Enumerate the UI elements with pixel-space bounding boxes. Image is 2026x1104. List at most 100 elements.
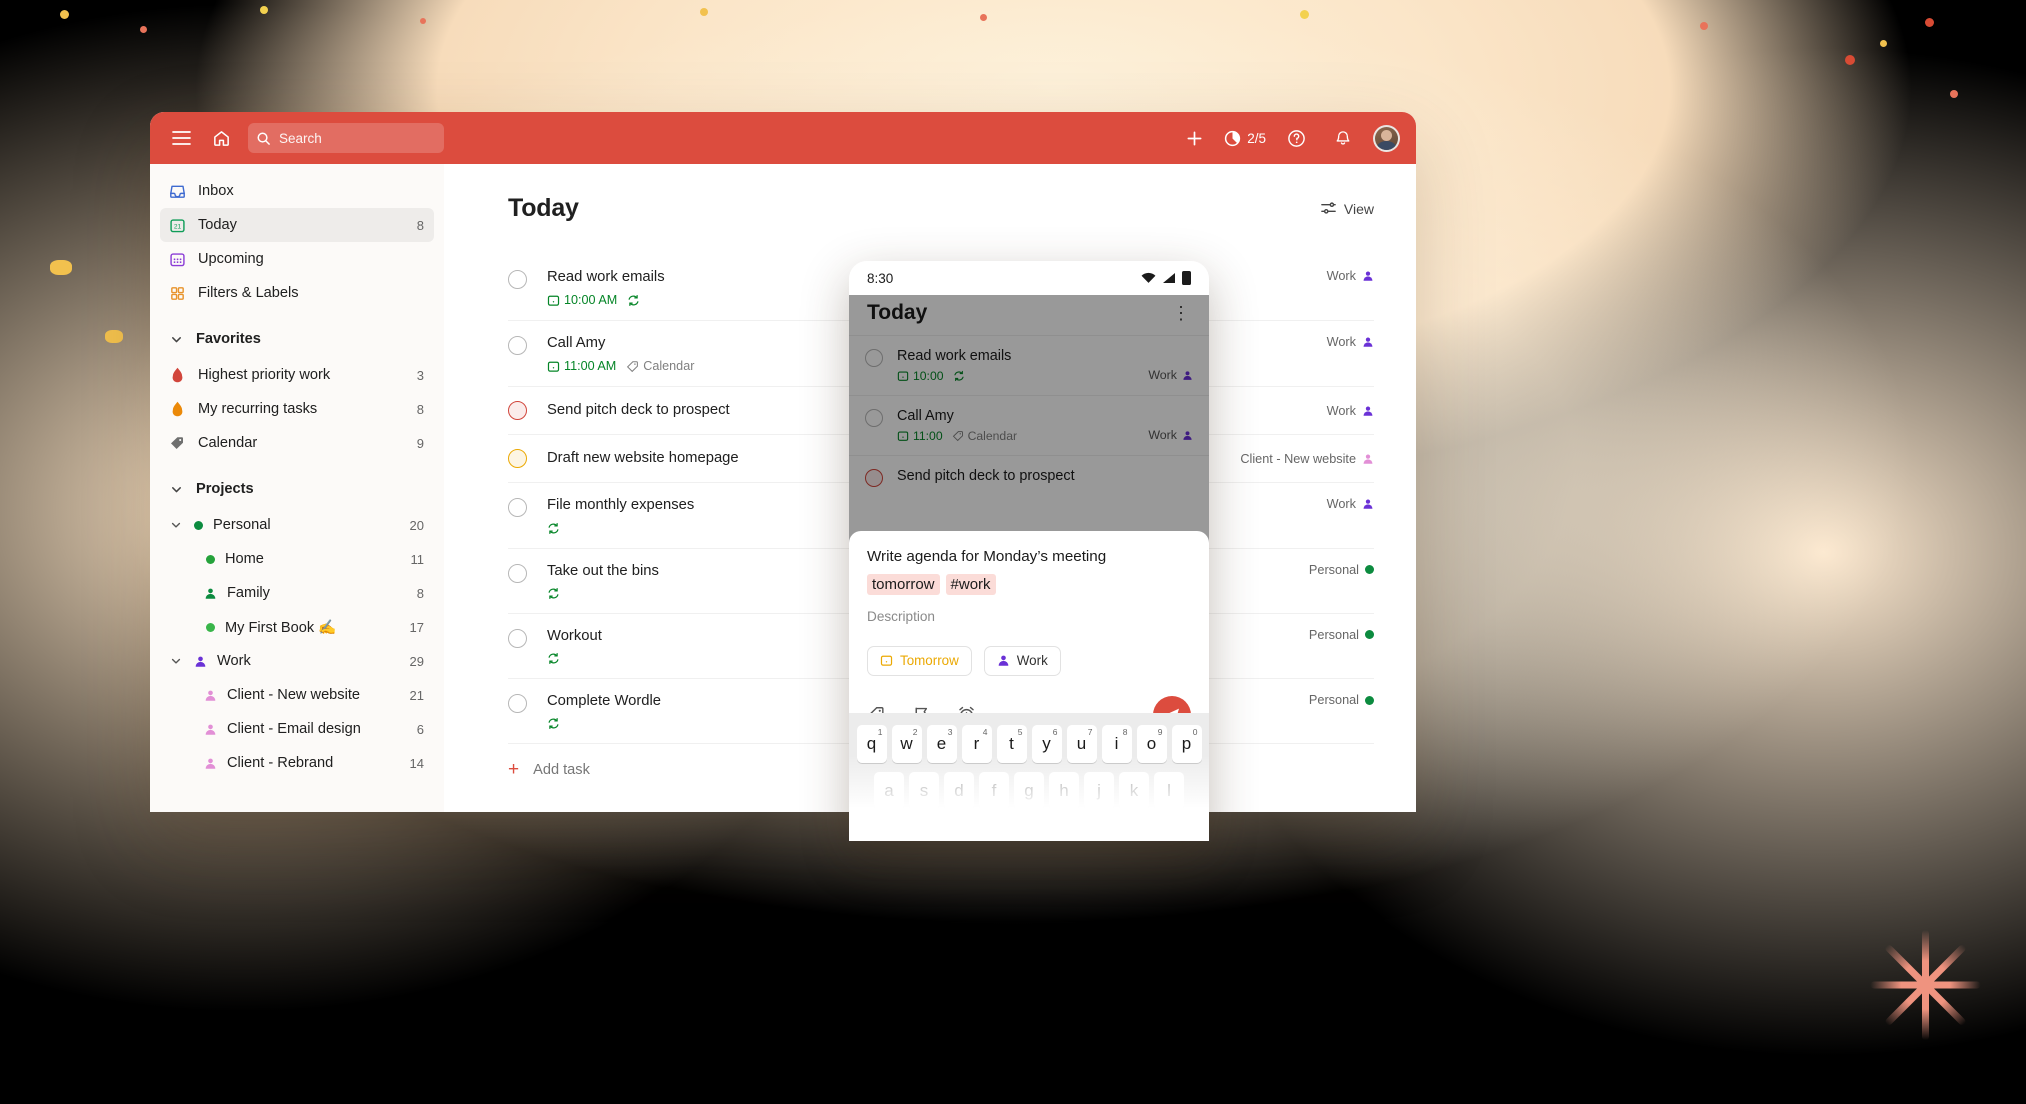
phone-screen: 8:30 Today ⋮ Read work emails 10:00 Work… — [849, 261, 1209, 841]
home-icon[interactable] — [204, 121, 238, 155]
productivity-meter[interactable]: 2/5 — [1224, 130, 1266, 147]
task-label[interactable]: Calendar — [952, 429, 1017, 443]
task-project-label[interactable]: Personal — [1295, 693, 1374, 707]
plus-icon: + — [508, 759, 520, 781]
project-item-personal[interactable]: Personal 20 — [160, 508, 434, 542]
dot-green-icon — [1365, 695, 1374, 705]
key-s[interactable]: s — [909, 772, 939, 810]
key-p[interactable]: 0p — [1171, 725, 1202, 763]
person-green-icon — [204, 587, 217, 600]
svg-text:21: 21 — [173, 223, 181, 230]
task-checkbox[interactable] — [508, 694, 527, 714]
phone-header: Today ⋮ — [849, 295, 1209, 335]
person-purple-icon — [194, 655, 207, 668]
task-project-label[interactable]: Personal — [1295, 628, 1374, 642]
description-input[interactable]: Description — [867, 609, 1191, 624]
key-j[interactable]: j — [1084, 772, 1114, 810]
task-project-label[interactable]: Work — [1313, 269, 1374, 283]
project-item-client-rebrand[interactable]: Client - Rebrand 14 — [160, 746, 434, 780]
task-checkbox[interactable] — [508, 628, 527, 648]
task-due-date: 10:00 — [897, 369, 944, 383]
key-a[interactable]: a — [874, 772, 904, 810]
task-checkbox[interactable] — [508, 401, 527, 421]
overflow-menu-icon[interactable]: ⋮ — [1172, 303, 1191, 324]
sidebar-item-highest-priority-work[interactable]: Highest priority work 3 — [160, 358, 434, 392]
search-input[interactable]: Search — [248, 123, 444, 153]
dot-green-icon — [194, 520, 203, 530]
key-i[interactable]: 8i — [1101, 725, 1132, 763]
key-d[interactable]: d — [944, 772, 974, 810]
plus-icon[interactable] — [1177, 121, 1211, 155]
task-project-label[interactable]: Work — [1313, 335, 1374, 349]
project-item-work[interactable]: Work 29 — [160, 644, 434, 678]
project-item-family[interactable]: Family 8 — [160, 576, 434, 610]
task-project-label[interactable]: Personal — [1295, 563, 1374, 577]
task-checkbox[interactable] — [865, 349, 883, 367]
phone-task-row[interactable]: Call Amy 11:00 Calendar Work — [849, 395, 1209, 455]
project-item-my-first-book[interactable]: My First Book ✍️ 17 — [160, 610, 434, 644]
task-checkbox[interactable] — [508, 336, 527, 356]
sidebar-item-count: 8 — [416, 401, 424, 417]
inline-date-chip[interactable]: tomorrow — [867, 573, 940, 595]
chevron-down-icon[interactable] — [168, 655, 184, 667]
project-count: 29 — [409, 653, 424, 669]
due-date-pill[interactable]: Tomorrow — [867, 645, 972, 676]
task-project-label[interactable]: Work — [1313, 497, 1374, 511]
sidebar-item-count: 3 — [416, 367, 424, 383]
bell-icon[interactable] — [1326, 121, 1360, 155]
sidebar-item-inbox[interactable]: Inbox — [160, 174, 434, 208]
sidebar-item-today[interactable]: 21 Today 8 — [160, 208, 434, 242]
project-item-client-new-website[interactable]: Client - New website 21 — [160, 678, 434, 712]
project-item-home[interactable]: Home 11 — [160, 542, 434, 576]
task-checkbox[interactable] — [508, 498, 527, 518]
task-checkbox[interactable] — [865, 409, 883, 427]
key-r[interactable]: 4r — [961, 725, 992, 763]
key-q[interactable]: 1q — [856, 725, 887, 763]
key-e[interactable]: 3e — [926, 725, 957, 763]
phone-task-row[interactable]: Read work emails 10:00 Work — [849, 335, 1209, 395]
sidebar-item-my-recurring-tasks[interactable]: My recurring tasks 8 — [160, 392, 434, 426]
task-checkbox[interactable] — [508, 563, 527, 583]
key-u[interactable]: 7u — [1066, 725, 1097, 763]
task-checkbox[interactable] — [508, 449, 527, 469]
key-w[interactable]: 2w — [891, 725, 922, 763]
sidebar-item-upcoming[interactable]: Upcoming — [160, 242, 434, 276]
view-button[interactable]: View — [1320, 200, 1374, 217]
task-project-label[interactable]: Work — [1313, 404, 1374, 418]
project-pill[interactable]: Work — [983, 645, 1061, 676]
favorites-title: Favorites — [196, 331, 261, 347]
status-time: 8:30 — [867, 270, 894, 286]
key-h[interactable]: h — [1049, 772, 1079, 810]
task-project-label[interactable]: Work — [1148, 428, 1193, 442]
key-k[interactable]: k — [1119, 772, 1149, 810]
projects-section-header[interactable]: Projects — [160, 470, 434, 508]
key-f[interactable]: f — [979, 772, 1009, 810]
key-l[interactable]: l — [1154, 772, 1184, 810]
project-label: Client - New website — [227, 687, 361, 703]
task-project-label[interactable]: Work — [1148, 368, 1193, 382]
task-checkbox[interactable] — [508, 270, 527, 289]
favorites-section-header[interactable]: Favorites — [160, 320, 434, 358]
key-t[interactable]: 5t — [996, 725, 1027, 763]
project-item-client-email-design[interactable]: Client - Email design 6 — [160, 712, 434, 746]
sidebar-item-calendar[interactable]: Calendar 9 — [160, 426, 434, 460]
key-g[interactable]: g — [1014, 772, 1044, 810]
pie-progress-icon — [1225, 130, 1241, 146]
project-label: Family — [227, 585, 270, 601]
inline-project-chip[interactable]: #work — [945, 573, 996, 595]
key-y[interactable]: 6y — [1031, 725, 1062, 763]
avatar[interactable] — [1373, 124, 1400, 152]
task-project-label[interactable]: Client - New website — [1226, 452, 1374, 466]
task-checkbox[interactable] — [865, 469, 883, 487]
question-mark-icon[interactable] — [1279, 121, 1313, 155]
task-label[interactable]: Calendar — [626, 359, 694, 373]
phone-task-row[interactable]: Send pitch deck to prospect — [849, 455, 1209, 499]
task-name-input[interactable]: Write agenda for Monday’s meeting — [867, 547, 1191, 568]
cellular-signal-icon — [1162, 272, 1176, 284]
chevron-down-icon[interactable] — [168, 519, 184, 531]
phone-page-title: Today — [867, 301, 928, 324]
hamburger-menu-icon[interactable] — [164, 121, 198, 155]
key-o[interactable]: 9o — [1136, 725, 1167, 763]
decorative-star — [1870, 930, 1980, 1040]
sidebar-item-filters-labels[interactable]: Filters & Labels — [160, 276, 434, 310]
